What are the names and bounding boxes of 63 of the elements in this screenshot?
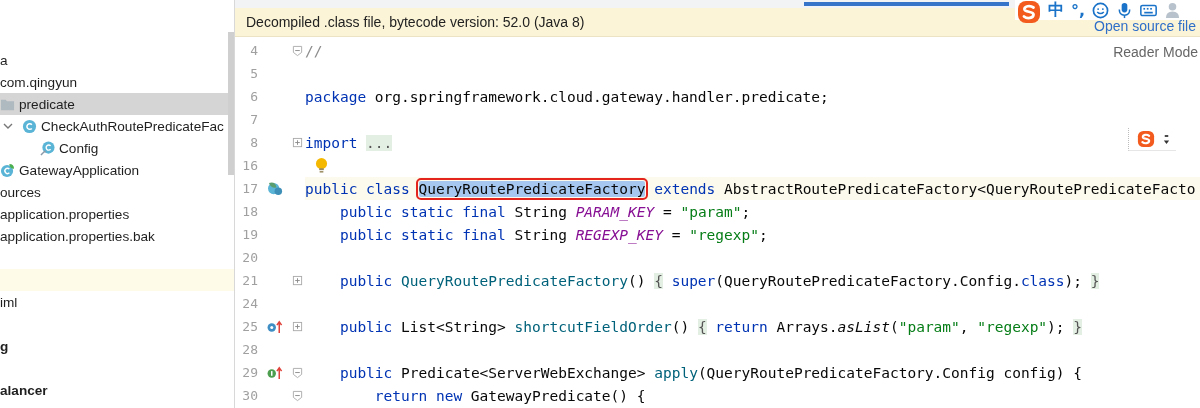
line-number: 24 (241, 296, 258, 311)
line-number: 17 (241, 181, 258, 196)
ime-floating-widget[interactable] (1128, 128, 1176, 151)
code-line: package org.springframework.cloud.gateway.handler.predicate; (305, 88, 829, 105)
tree-item[interactable]: application.properties (0, 206, 130, 222)
line-number: 20 (241, 250, 258, 265)
expand-fold-icon[interactable] (292, 320, 303, 333)
banner-message: Decompiled .class file, bytecode version: 52.0 (Java 8) (246, 14, 585, 30)
smiley-icon[interactable] (1092, 1, 1110, 19)
tree-item[interactable]: com.qingyun (0, 74, 78, 90)
fold-icon[interactable] (292, 389, 303, 402)
class-leaf-icon (266, 181, 284, 196)
code-line: public class QueryRoutePredicateFactory extends AbstractRoutePredicateFactory<QueryRoutePredicateFacto (305, 180, 1196, 197)
line-number: 16 (241, 158, 258, 173)
tree-item[interactable]: Config (59, 140, 99, 156)
code-line: import ... (305, 134, 393, 151)
expand-fold-icon[interactable] (292, 274, 303, 287)
fold-icon[interactable] (292, 366, 303, 379)
tree-item[interactable]: application.properties.bak (0, 228, 155, 244)
line-number: 29 (241, 365, 258, 380)
line-number: 25 (241, 319, 258, 334)
logo-icon[interactable] (1017, 0, 1041, 24)
line-number: 21 (241, 273, 258, 288)
logo-icon (1137, 130, 1155, 148)
code-line: public static final String REGEXP_KEY = "regexp"; (338, 226, 768, 243)
tree-item[interactable]: predicate (19, 96, 75, 112)
code-line: public QueryRoutePredicateFactory() { super(QueryRoutePredicateFactory.Config.class); } (338, 272, 1100, 289)
code-line: public List<String> shortcutFieldOrder() { return Arrays.asList("param", "regexp"); } (338, 318, 1083, 335)
override-icon (266, 319, 284, 334)
line-number: 8 (249, 135, 258, 150)
open-source-file-link[interactable]: Open source file (1094, 18, 1196, 34)
line-number: 5 (249, 66, 258, 81)
code-line: return new GatewayPredicate() { (373, 387, 646, 404)
line-number: 30 (241, 388, 258, 403)
implements-icon (266, 365, 284, 380)
line-number: 6 (249, 89, 258, 104)
expand-fold-icon[interactable] (292, 136, 303, 149)
reader-mode-button[interactable]: Reader Mode (1113, 44, 1198, 60)
line-number: 18 (241, 204, 258, 219)
user-icon[interactable] (1164, 1, 1182, 19)
tree-item[interactable]: alancer (0, 382, 48, 398)
tree-row-selected[interactable]: predicate (0, 93, 228, 115)
tree-item[interactable]: GatewayApplication (19, 162, 140, 178)
lightbulb-icon (315, 157, 328, 174)
tree-item[interactable]: g (0, 338, 9, 354)
line-number: 7 (249, 112, 258, 127)
fold-icon[interactable] (292, 44, 303, 57)
punctuation-toggle[interactable]: °, (1071, 0, 1086, 20)
tree-item[interactable]: ources (0, 184, 41, 200)
tree-item[interactable]: a (0, 52, 8, 68)
line-number: 19 (241, 227, 258, 242)
line-number: 28 (241, 342, 258, 357)
line-number: 4 (249, 43, 258, 58)
tree-item[interactable]: iml (0, 294, 18, 310)
scrollbar-thumb[interactable] (228, 32, 234, 175)
code-line: public Predicate<ServerWebExchange> apply(QueryRoutePredicateFactory.Config config) { (338, 364, 1082, 381)
input-mode-toggle[interactable]: 中 (1048, 0, 1064, 21)
caret-icon (1163, 132, 1170, 146)
class-icon (40, 140, 55, 156)
code-line: // (305, 42, 323, 59)
tree-item[interactable]: CheckAuthRoutePredicateFac (41, 118, 224, 134)
class-icon (22, 118, 37, 134)
code-line: public static final String PARAM_KEY = "param"; (338, 203, 751, 220)
